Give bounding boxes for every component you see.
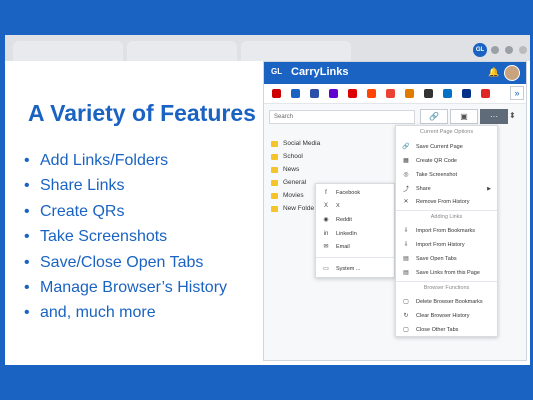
folder-icon xyxy=(271,179,278,186)
import-icon: ⇩ xyxy=(403,242,409,248)
qr-icon: ▦ xyxy=(403,158,409,164)
folder-item[interactable]: General xyxy=(271,176,306,189)
folder-item[interactable]: News xyxy=(271,163,299,176)
close-window-icon[interactable] xyxy=(519,46,527,54)
close-other-tabs[interactable]: ▢ Close Other Tabs xyxy=(396,323,458,336)
folder-item[interactable]: Movies xyxy=(271,189,304,202)
section-header: Adding Links xyxy=(430,214,463,220)
tab-close-icon: ▢ xyxy=(403,327,409,333)
menu-divider xyxy=(396,281,497,282)
reddit-favicon-icon[interactable] xyxy=(367,89,376,98)
feature-item: • Create QRs xyxy=(24,202,125,220)
google-favicon-icon[interactable] xyxy=(386,89,395,98)
share-x[interactable]: XX xyxy=(316,199,340,212)
flipboard-favicon-icon[interactable] xyxy=(481,89,490,98)
folder-item[interactable]: School xyxy=(271,150,303,163)
sort-icon[interactable]: ⬍ xyxy=(509,111,516,120)
linkedin-icon: in xyxy=(323,230,329,237)
share-linkedin[interactable]: in LinkedIn xyxy=(316,227,357,240)
browser-tab[interactable] xyxy=(241,41,351,61)
import-from-history[interactable]: ⇩ Import From History xyxy=(396,238,464,251)
share-email[interactable]: ✉ Email xyxy=(316,240,349,253)
folder-icon xyxy=(271,166,278,173)
profile-avatar[interactable]: GL xyxy=(473,43,487,57)
import-icon: ⇩ xyxy=(403,228,409,234)
search-input[interactable]: Search xyxy=(269,110,415,124)
folder-item[interactable]: Social Media xyxy=(271,137,320,150)
folder-icon xyxy=(271,205,278,212)
add-link-button[interactable]: 🔗 xyxy=(420,109,448,124)
bookmark-icon: ▢ xyxy=(403,299,409,305)
feature-item: • and, much more xyxy=(24,304,156,322)
delete-browser-bookmarks[interactable]: ▢ Delete Browser Bookmarks xyxy=(396,295,482,308)
favorites-bar xyxy=(264,84,526,104)
maximize-icon[interactable] xyxy=(505,46,513,54)
add-folder-button[interactable]: ▣ xyxy=(450,109,478,124)
feature-item: • Save/Close Open Tabs xyxy=(24,253,204,271)
paypal-favicon-icon[interactable] xyxy=(462,89,471,98)
share-reddit[interactable]: ◉ Reddit xyxy=(316,213,352,226)
app-title: CarryLinks xyxy=(291,66,349,78)
espn-favicon-icon[interactable] xyxy=(348,89,357,98)
popup-header: GL CarryLinks 🔔 xyxy=(264,62,526,84)
bell-icon[interactable]: 🔔 xyxy=(488,67,499,78)
create-qr-code[interactable]: ▦ Create QR Code xyxy=(396,154,457,167)
browser-tab[interactable] xyxy=(127,41,237,61)
remove-from-history[interactable]: ✕ Remove From History xyxy=(396,195,469,208)
wiki-favicon-icon[interactable] xyxy=(424,89,433,98)
save-links-from-page[interactable]: ▤ Save Links from this Page xyxy=(396,266,480,279)
close-icon: ✕ xyxy=(403,199,409,205)
feature-item: • Manage Browser’s History xyxy=(24,278,228,296)
CNN-favicon-icon[interactable] xyxy=(272,89,281,98)
menu-divider xyxy=(316,257,394,258)
tabs-icon: ▤ xyxy=(403,256,409,262)
system-share-icon: ▭ xyxy=(323,266,329,272)
outlook-favicon-icon[interactable] xyxy=(443,89,452,98)
reddit-icon: ◉ xyxy=(323,217,329,223)
save-open-tabs[interactable]: ▤ Save Open Tabs xyxy=(396,252,456,265)
share-icon: ⤴ xyxy=(402,187,409,193)
feature-item: • Take Screenshots xyxy=(24,228,168,246)
minimize-icon[interactable] xyxy=(491,46,499,54)
section-header: Current Page Options xyxy=(419,129,474,135)
features-list: • Add Links/Folders • Share Links • Create … xyxy=(24,150,227,328)
share-facebook[interactable]: f Facebook xyxy=(316,186,360,199)
import-from-bookmarks[interactable]: ⇩ Import From Bookmarks xyxy=(396,224,475,237)
link-icon: 🔗 xyxy=(402,144,410,150)
take-screenshot[interactable]: ◎ Take Screenshot xyxy=(396,168,457,181)
facebook-icon: f xyxy=(325,189,327,196)
chevron-right-icon: ▶ xyxy=(487,185,491,192)
email-icon: ✉ xyxy=(323,244,329,250)
share-menu-item[interactable]: ⤴ Share ▶ xyxy=(396,182,497,195)
links-icon: ▤ xyxy=(403,270,409,276)
share-menu: f Facebook XX ◉ Reddit in LinkedIn ✉ Email ▭… xyxy=(315,183,395,278)
share-system[interactable]: ▭ System ... xyxy=(316,262,360,275)
section-header: Browser Functions xyxy=(423,285,470,291)
slide-title: A Variety of Features xyxy=(28,100,256,126)
nbc-favicon-icon[interactable] xyxy=(405,89,414,98)
camera-icon: ◎ xyxy=(403,172,409,178)
clear-browser-history[interactable]: ↻ Clear Browser History xyxy=(396,309,469,322)
save-current-page[interactable]: 🔗 Save Current Page xyxy=(396,140,463,153)
folder-item[interactable]: New Folde xyxy=(271,202,314,215)
slide-footer xyxy=(5,365,530,400)
more-options-button[interactable]: ··· xyxy=(480,109,508,124)
options-menu: Current Page Options 🔗 Save Current Page … xyxy=(395,125,498,337)
feature-item: • Share Links xyxy=(24,177,125,195)
user-avatar[interactable] xyxy=(504,65,520,81)
feature-item: • Add Links/Folders xyxy=(24,152,169,169)
menu-divider xyxy=(396,210,497,211)
browser-tab-strip: GL xyxy=(5,35,530,61)
folder-icon xyxy=(271,140,278,147)
x-icon: X xyxy=(323,202,328,209)
folder-icon xyxy=(271,153,278,160)
history-icon: ↻ xyxy=(403,313,409,319)
GL-favicon-icon[interactable] xyxy=(291,89,300,98)
yahoo-favicon-icon[interactable] xyxy=(329,89,338,98)
app-logo: GL xyxy=(271,67,283,76)
browser-tab[interactable] xyxy=(13,41,123,61)
shield-favicon-icon[interactable] xyxy=(310,89,319,98)
chevron-right-icon[interactable]: » xyxy=(510,86,524,100)
folder-icon xyxy=(271,192,278,199)
